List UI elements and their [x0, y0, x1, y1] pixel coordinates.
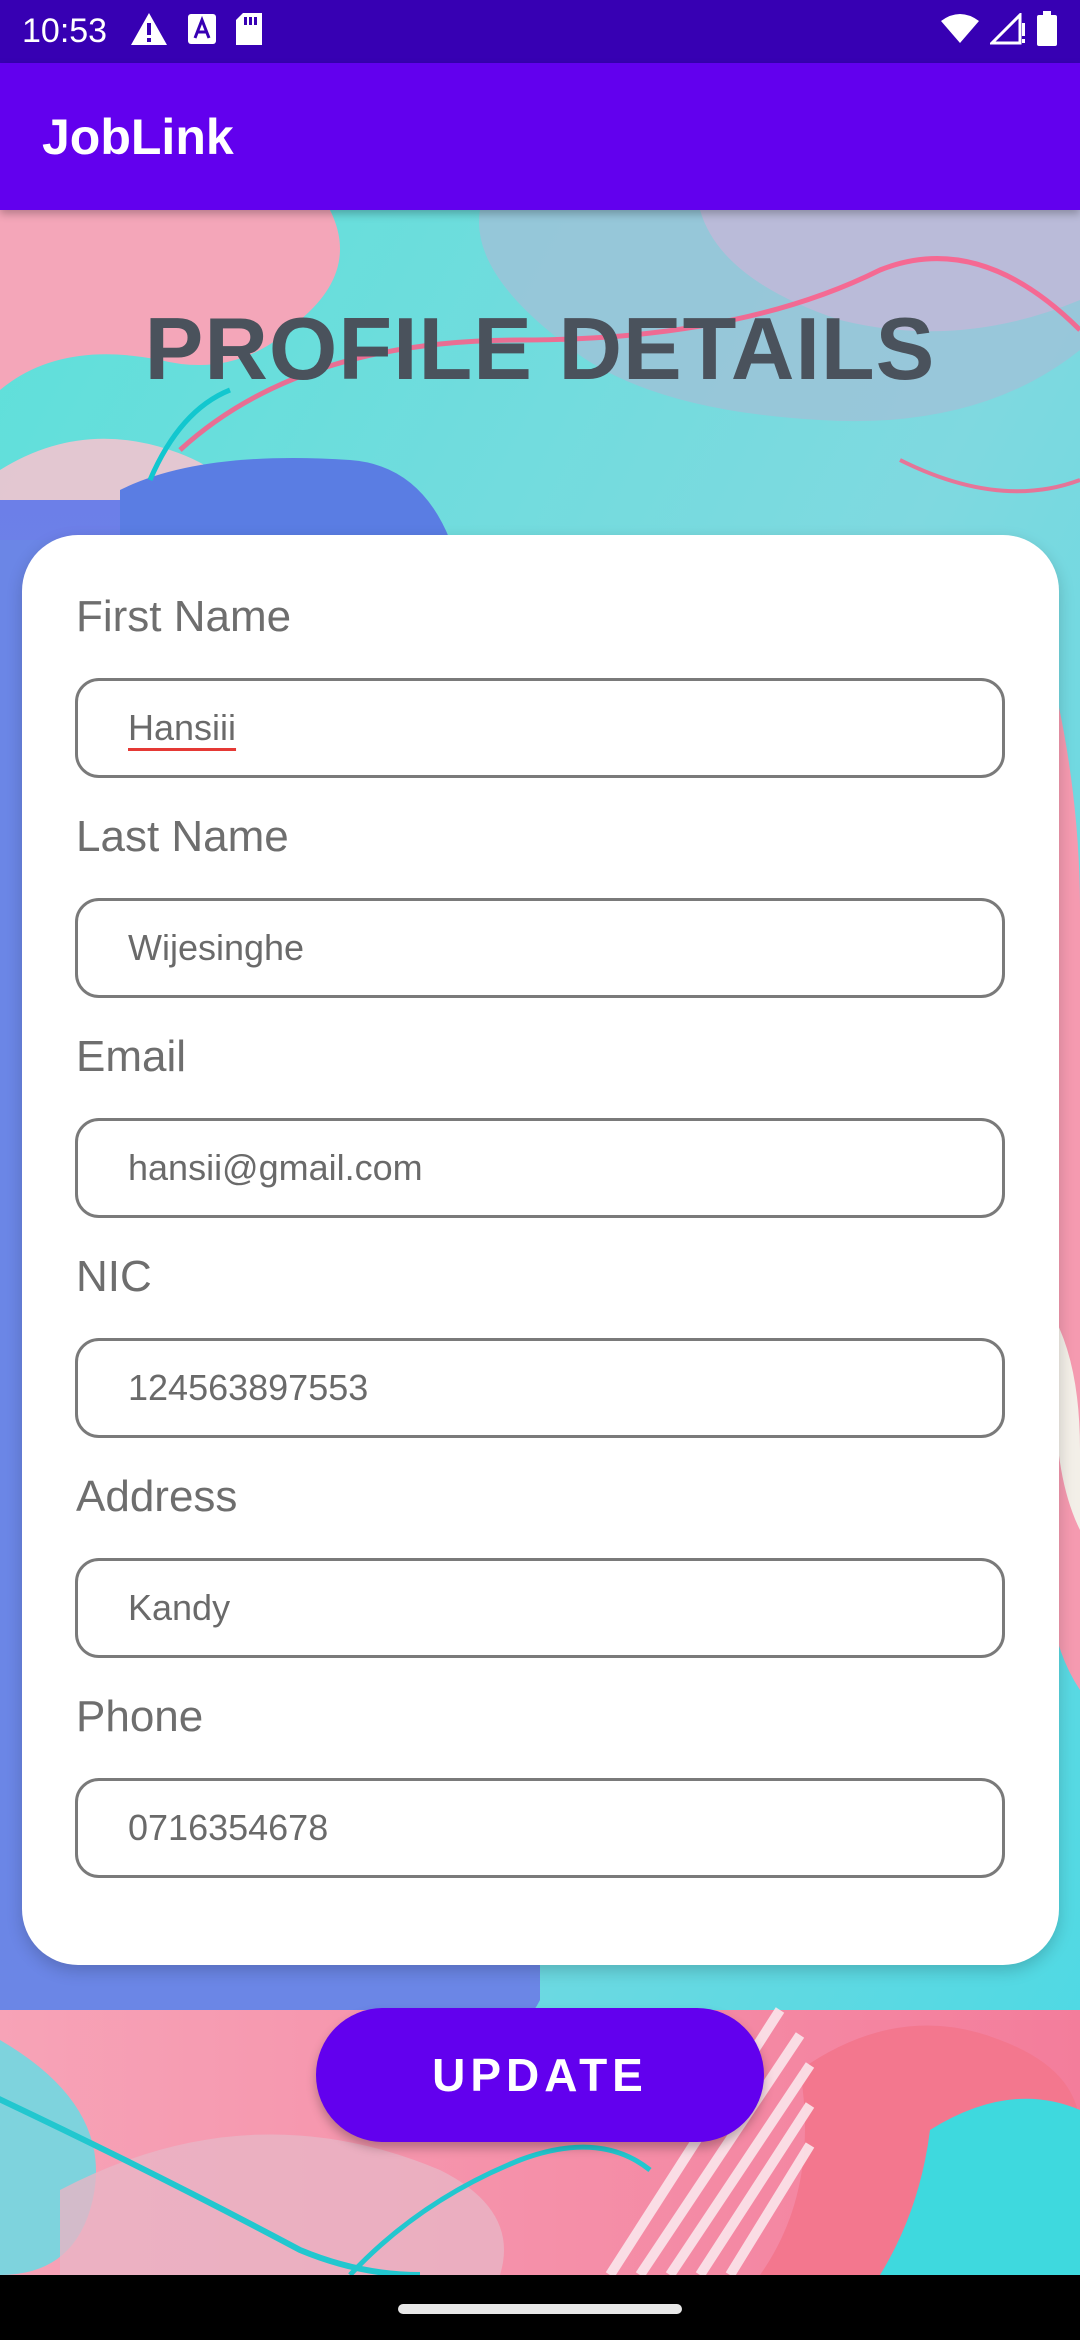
address-value: Kandy: [128, 1587, 231, 1628]
navigation-bar: [0, 2275, 1080, 2340]
address-field[interactable]: Kandy: [75, 1558, 1005, 1658]
profile-form-card: First Name Hansiii Last Name Wijesinghe …: [22, 535, 1059, 1965]
first-name-label: First Name: [76, 592, 292, 641]
last-name-value: Wijesinghe: [128, 927, 305, 968]
content-area: PROFILE DETAILS First Name Hansiii Last …: [0, 210, 1080, 2275]
status-icons-right: [940, 11, 1058, 52]
status-bar: 10:53: [0, 0, 1080, 63]
nic-label: NIC: [76, 1252, 152, 1301]
last-name-label: Last Name: [76, 812, 289, 861]
first-name-field[interactable]: Hansiii: [75, 678, 1005, 778]
profile-details-screen: 10:53 JobLink PROFILE DETAILS First Name…: [0, 0, 1080, 2340]
last-name-field[interactable]: Wijesinghe: [75, 898, 1005, 998]
nic-value: 124563897553: [128, 1367, 369, 1408]
email-label: Email: [76, 1032, 187, 1081]
page-title: PROFILE DETAILS: [144, 299, 936, 398]
status-icons-left: [129, 11, 263, 52]
update-button[interactable]: UPDATE: [316, 2008, 764, 2142]
address-label: Address: [76, 1472, 238, 1521]
wifi-icon: [940, 13, 980, 50]
alert-icon: [129, 11, 169, 52]
sd-card-icon: [235, 12, 263, 51]
phone-value: 0716354678: [128, 1807, 329, 1848]
nic-field[interactable]: 124563897553: [75, 1338, 1005, 1438]
email-value: hansii@gmail.com: [128, 1147, 423, 1188]
first-name-value: Hansiii: [128, 707, 237, 748]
status-time: 10:53: [22, 12, 108, 50]
app-title: JobLink: [42, 108, 234, 165]
battery-icon: [1036, 11, 1058, 52]
email-field[interactable]: hansii@gmail.com: [75, 1118, 1005, 1218]
signal-icon: [988, 11, 1026, 50]
app-bar: JobLink: [0, 63, 1080, 210]
phone-label: Phone: [76, 1692, 204, 1741]
accessibility-a-icon: [187, 13, 217, 50]
phone-field[interactable]: 0716354678: [75, 1778, 1005, 1878]
home-indicator[interactable]: [398, 2304, 682, 2314]
